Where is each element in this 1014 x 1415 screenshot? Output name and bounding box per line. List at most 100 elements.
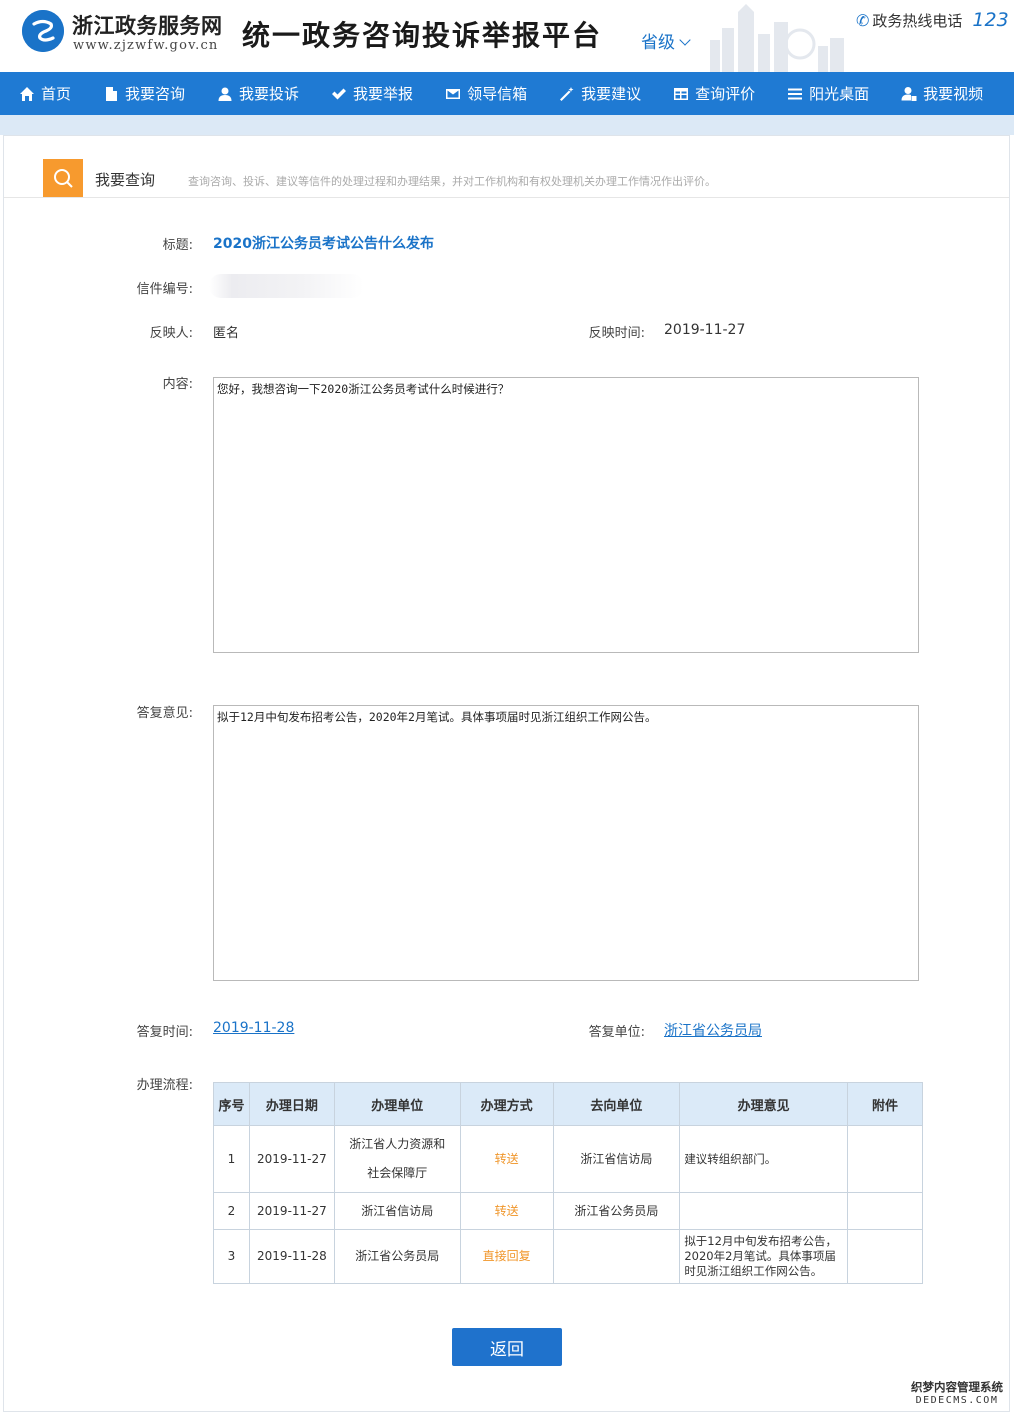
nav-label: 我要投诉 — [239, 85, 300, 103]
cell-unit: 浙江省公务员局 — [333, 1229, 461, 1284]
letter-no-redacted — [209, 274, 364, 298]
header: 浙江政务服务网 www.zjzwfw.gov.cn 统一政务咨询投诉举报平台 省… — [0, 0, 1014, 72]
nav-item-video[interactable]: 我要视频 — [901, 72, 983, 115]
reply-unit-label: 答复单位: — [588, 1025, 645, 1040]
cell-opinion — [679, 1192, 849, 1230]
cell-method: 转送 — [459, 1125, 554, 1193]
file-icon — [103, 86, 119, 102]
nav-item-report[interactable]: 我要举报 — [331, 72, 413, 115]
reply-label: 答复意见: — [136, 706, 193, 721]
unit-line: 浙江省人力资源和 — [349, 1137, 446, 1151]
table-row: 1 2019-11-27 浙江省人力资源和 社会保障厅 转送 浙江省信访局 建议转… — [213, 1125, 923, 1193]
title-label: 标题: — [162, 238, 193, 253]
letter-title: 2020浙江公务员考试公告什么发布 — [213, 236, 434, 252]
cell-date: 2019-11-27 — [248, 1125, 335, 1193]
user-icon — [217, 86, 233, 102]
table-header-row: 序号 办理日期 办理单位 办理方式 去向单位 办理意见 附件 — [213, 1082, 923, 1126]
watermark-line1: 织梦内容管理系统 — [911, 1380, 1003, 1394]
reply-unit-link[interactable]: 浙江省公务员局 — [664, 1020, 762, 1040]
cell-dest: 浙江省公务员局 — [552, 1192, 681, 1230]
section-header: 我要查询 查询咨询、投诉、建议等信件的处理过程和办理结果，并对工作机构和有权处理… — [4, 136, 1009, 198]
phone-icon: ✆ — [856, 11, 870, 30]
cell-no: 2 — [213, 1192, 250, 1230]
table-icon — [673, 86, 689, 102]
nav-label: 我要建议 — [581, 85, 642, 103]
watermark: 织梦内容管理系统 DEDECMS.COM — [902, 1379, 1012, 1413]
menu-icon — [787, 86, 803, 102]
content-textarea[interactable]: 您好，我想咨询一下2020浙江公务员考试什么时候进行？ — [213, 377, 919, 653]
site-logo-icon[interactable] — [22, 10, 64, 52]
table-row: 3 2019-11-28 浙江省公务员局 直接回复 拟于12月中旬发布招考公告，… — [213, 1229, 923, 1284]
skyline-decoration — [710, 4, 844, 72]
process-flow-table: 序号 办理日期 办理单位 办理方式 去向单位 办理意见 附件 1 2019-11… — [213, 1082, 923, 1284]
envelope-icon — [445, 86, 461, 102]
unit-line: 社会保障厅 — [367, 1166, 428, 1180]
report-time-label: 反映时间: — [588, 326, 645, 341]
cell-dest — [552, 1229, 681, 1284]
nav-item-desktop[interactable]: 阳光桌面 — [787, 72, 869, 115]
site-url: www.zjzwfw.gov.cn — [73, 38, 219, 53]
home-icon — [19, 86, 35, 102]
watermark-line2: DEDECMS.COM — [915, 1395, 999, 1406]
hotline-number: 123 — [972, 9, 1009, 31]
nav-item-mailbox[interactable]: 领导信箱 — [445, 72, 527, 115]
nav-item-consult[interactable]: 我要咨询 — [103, 72, 185, 115]
cell-unit: 浙江省人力资源和 社会保障厅 — [333, 1125, 461, 1193]
site-name[interactable]: 浙江政务服务网 — [72, 10, 223, 40]
cell-date: 2019-11-27 — [248, 1192, 335, 1230]
nav-label: 阳光桌面 — [809, 85, 870, 103]
nav-label: 首页 — [41, 85, 72, 103]
cell-opinion: 建议转组织部门。 — [679, 1125, 849, 1193]
chevron-down-icon — [679, 34, 691, 46]
col-header: 附件 — [847, 1082, 923, 1126]
section-title: 我要查询 — [95, 171, 156, 189]
col-header: 办理日期 — [248, 1082, 335, 1126]
cell-method: 直接回复 — [459, 1229, 554, 1284]
query-detail-card: 我要查询 查询咨询、投诉、建议等信件的处理过程和办理结果，并对工作机构和有权处理… — [3, 135, 1010, 1412]
col-header: 序号 — [213, 1082, 250, 1126]
report-time-value: 2019-11-27 — [664, 322, 746, 338]
cell-no: 3 — [213, 1229, 250, 1284]
cell-date: 2019-11-28 — [248, 1229, 335, 1284]
reporter-label: 反映人: — [149, 326, 193, 341]
platform-title: 统一政务咨询投诉举报平台 — [242, 19, 603, 52]
cell-attach — [847, 1192, 923, 1230]
user-lock-icon — [901, 86, 917, 102]
reply-time-label: 答复时间: — [136, 1025, 193, 1040]
col-header: 办理方式 — [459, 1082, 554, 1126]
nav-item-query[interactable]: 查询评价 — [673, 72, 755, 115]
nav-label: 查询评价 — [695, 85, 756, 103]
check-icon — [331, 86, 347, 102]
nav-label: 我要举报 — [353, 85, 414, 103]
nav-item-complain[interactable]: 我要投诉 — [217, 72, 299, 115]
cell-attach — [847, 1125, 923, 1193]
cell-opinion: 拟于12月中旬发布招考公告，2020年2月笔试。具体事项届时见浙江组织工作网公告… — [679, 1229, 849, 1284]
col-header: 办理意见 — [679, 1082, 849, 1126]
back-button[interactable]: 返回 — [452, 1328, 562, 1366]
reply-textarea[interactable]: 拟于12月中旬发布招考公告，2020年2月笔试。具体事项届时见浙江组织工作网公告… — [213, 705, 919, 981]
sub-banner — [0, 115, 1014, 135]
table-row: 2 2019-11-27 浙江省信访局 转送 浙江省公务员局 — [213, 1192, 923, 1230]
col-header: 办理单位 — [333, 1082, 461, 1126]
hotline: ✆ 政务热线电话 123 — [856, 9, 1009, 31]
nav-item-suggest[interactable]: 我要建议 — [559, 72, 641, 115]
cell-unit: 浙江省信访局 — [333, 1192, 461, 1230]
cell-method: 转送 — [459, 1192, 554, 1230]
nav-label: 我要咨询 — [125, 85, 186, 103]
nav-label: 领导信箱 — [467, 85, 528, 103]
hotline-label: 政务热线电话 — [872, 12, 963, 30]
letter-no-label: 信件编号: — [136, 282, 193, 297]
reply-time-link[interactable]: 2019-11-28 — [213, 1020, 294, 1036]
cell-dest: 浙江省信访局 — [552, 1125, 681, 1193]
cell-no: 1 — [213, 1125, 250, 1193]
level-selector[interactable]: 省级 — [641, 28, 691, 53]
flow-label: 办理流程: — [136, 1078, 193, 1093]
nav-label: 我要视频 — [923, 85, 984, 103]
main-nav: 首页 我要咨询 我要投诉 我要举报 领导信箱 我要建议 查询评价 阳光桌面 我要… — [0, 72, 1014, 115]
content-label: 内容: — [162, 377, 193, 392]
nav-item-home[interactable]: 首页 — [19, 72, 71, 115]
level-label: 省级 — [641, 33, 675, 53]
section-description: 查询咨询、投诉、建议等信件的处理过程和办理结果，并对工作机构和有权处理机关办理工… — [188, 175, 716, 188]
col-header: 去向单位 — [552, 1082, 681, 1126]
reporter-value: 匿名 — [213, 326, 240, 341]
